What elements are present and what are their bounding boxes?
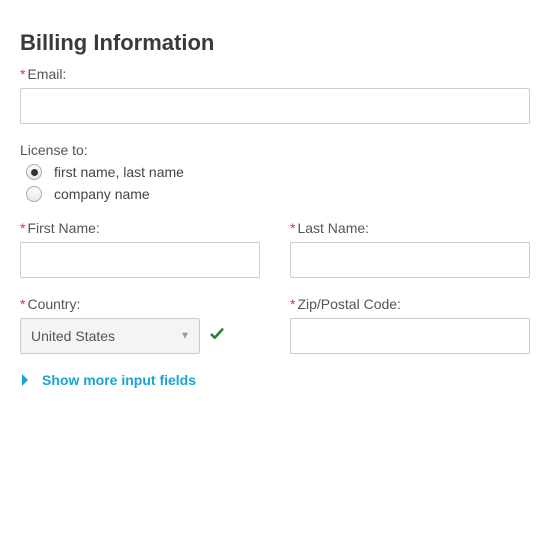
last-name-input[interactable] [290,242,530,278]
zip-group: *Zip/Postal Code: [290,296,530,354]
license-option-person[interactable]: first name, last name [26,164,530,180]
zip-input[interactable] [290,318,530,354]
email-label: *Email: [20,66,530,82]
first-name-label-text: First Name: [27,220,99,236]
check-icon [208,325,226,348]
first-name-input[interactable] [20,242,260,278]
last-name-label-text: Last Name: [297,220,369,236]
email-input[interactable] [20,88,530,124]
last-name-label: *Last Name: [290,220,530,236]
last-name-group: *Last Name: [290,220,530,278]
show-more-toggle[interactable]: Show more input fields [20,372,530,388]
show-more-label: Show more input fields [42,372,196,388]
country-select[interactable]: United States [20,318,200,354]
country-group: *Country: United States ▼ [20,296,260,354]
license-option-company[interactable]: company name [26,186,530,202]
license-group: License to: first name, last name compan… [20,142,530,202]
first-name-label: *First Name: [20,220,260,236]
license-option-person-label: first name, last name [54,164,184,180]
radio-selected-icon [26,164,42,180]
zip-label: *Zip/Postal Code: [290,296,530,312]
first-name-group: *First Name: [20,220,260,278]
country-label: *Country: [20,296,260,312]
chevron-right-icon [20,374,30,386]
email-field-group: *Email: [20,66,530,124]
email-label-text: Email: [27,66,66,82]
license-label: License to: [20,142,530,158]
country-label-text: Country: [27,296,80,312]
zip-label-text: Zip/Postal Code: [297,296,401,312]
radio-unselected-icon [26,186,42,202]
page-title: Billing Information [20,30,530,56]
license-option-company-label: company name [54,186,150,202]
